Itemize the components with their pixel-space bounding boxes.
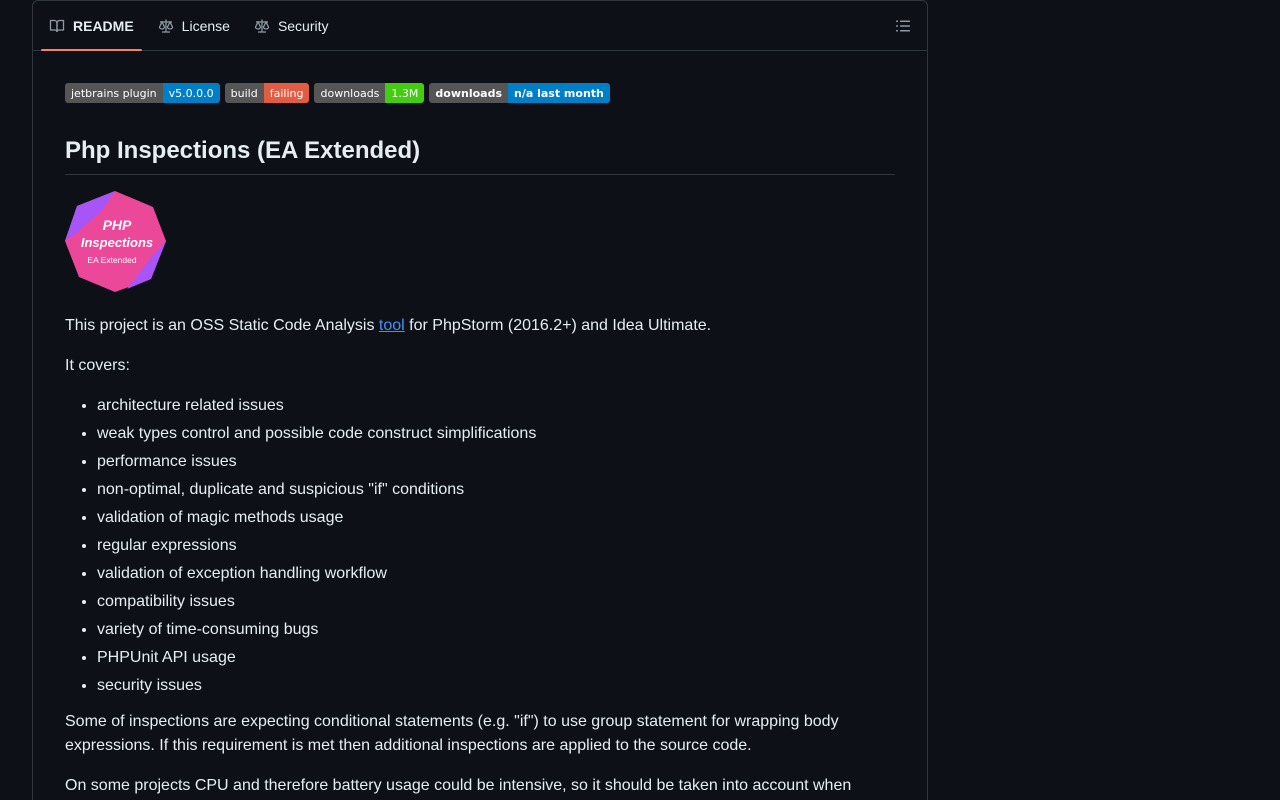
- scale-icon: [158, 19, 173, 33]
- badge-downloads-total[interactable]: downloads 1.3M: [314, 83, 425, 103]
- tab-readme[interactable]: README: [41, 1, 142, 51]
- readme-title: Php Inspections (EA Extended): [65, 137, 895, 175]
- list-item: validation of magic methods usage: [97, 506, 895, 530]
- list-item: non-optimal, duplicate and suspicious "i…: [97, 478, 895, 502]
- list-item: compatibility issues: [97, 590, 895, 614]
- badge-label: jetbrains plugin: [65, 83, 163, 103]
- list-item: validation of exception handling workflo…: [97, 562, 895, 586]
- list-item: PHPUnit API usage: [97, 646, 895, 670]
- tab-readme-label: README: [73, 17, 134, 34]
- intro-paragraph: This project is an OSS Static Code Analy…: [65, 314, 895, 338]
- badge-build[interactable]: build failing: [224, 83, 310, 103]
- tab-security-label: Security: [277, 17, 329, 34]
- logo-line3: EA Extended: [87, 255, 136, 265]
- book-icon: [49, 19, 65, 32]
- intro-text: This project is an OSS Static Code Analy…: [65, 317, 379, 334]
- scale-icon: [254, 19, 270, 33]
- list-item: performance issues: [97, 450, 895, 474]
- tab-license[interactable]: License: [150, 1, 238, 50]
- badge-downloads-month[interactable]: downloads n/a last month: [429, 83, 610, 103]
- logo-line1: PHP: [103, 217, 132, 233]
- php-inspections-logo: PHP Inspections EA Extended: [65, 191, 166, 292]
- list-item: regular expressions: [97, 534, 895, 558]
- covers-paragraph: It covers:: [65, 357, 130, 374]
- cpu-usage-paragraph: On some projects CPU and therefore batte…: [65, 777, 852, 794]
- tool-link[interactable]: tool: [379, 317, 405, 334]
- tab-license-label: License: [181, 17, 230, 34]
- badge-row: jetbrains plugin v5.0.0.0 build failing …: [65, 83, 895, 103]
- badge-value: n/a last month: [508, 83, 610, 103]
- badge-value: 1.3M: [385, 83, 425, 103]
- badge-label: build: [224, 83, 264, 103]
- readme-panel: README License Security jetbrains plugin…: [32, 0, 928, 800]
- badge-label: downloads: [429, 83, 508, 103]
- badge-value: failing: [263, 83, 310, 103]
- badge-jetbrains-plugin[interactable]: jetbrains plugin v5.0.0.0: [65, 83, 220, 103]
- conditional-statements-paragraph: Some of inspections are expecting condit…: [65, 713, 839, 754]
- badge-value: v5.0.0.0: [162, 83, 220, 103]
- list-item: architecture related issues: [97, 394, 895, 418]
- list-item: security issues: [97, 674, 895, 698]
- tab-security[interactable]: Security: [246, 1, 337, 50]
- outline-button[interactable]: [889, 14, 917, 38]
- list-unordered-icon: [896, 20, 910, 32]
- logo-line2: Inspections: [81, 235, 153, 250]
- badge-label: downloads: [314, 83, 386, 103]
- list-item: weak types control and possible code con…: [97, 422, 895, 446]
- list-item: variety of time-consuming bugs: [97, 618, 895, 642]
- readme-tabbar: README License Security: [33, 1, 927, 51]
- issues-list: architecture related issues weak types c…: [65, 394, 895, 698]
- intro-text-end: for PhpStorm (2016.2+) and Idea Ultimate…: [404, 317, 712, 334]
- readme-content: jetbrains plugin v5.0.0.0 build failing …: [33, 51, 927, 798]
